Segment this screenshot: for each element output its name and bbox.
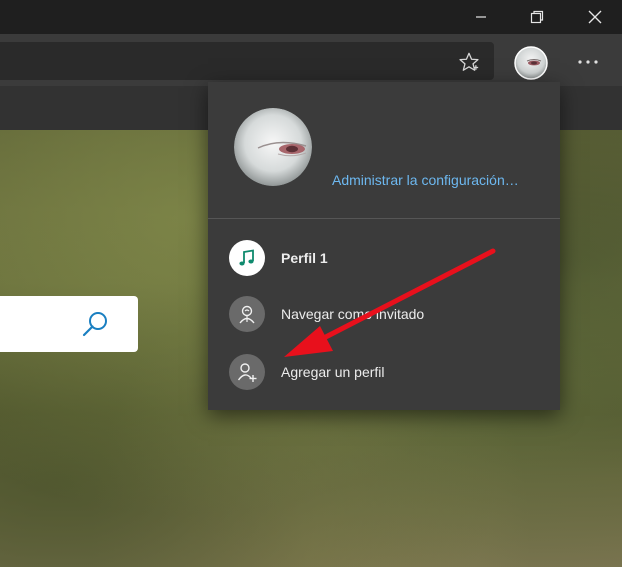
guest-browsing-label: Navegar como invitado bbox=[281, 306, 425, 322]
profile-item-perfil-1[interactable]: Perfil 1 bbox=[208, 234, 560, 282]
close-button[interactable] bbox=[566, 0, 622, 34]
add-profile-label: Agregar un perfil bbox=[281, 364, 385, 380]
profile-item-label: Perfil 1 bbox=[281, 250, 328, 266]
profile-button[interactable] bbox=[512, 44, 550, 82]
add-profile-item[interactable]: Agregar un perfil bbox=[208, 348, 560, 396]
title-bar bbox=[0, 0, 622, 34]
star-icon bbox=[459, 52, 479, 71]
minimize-button[interactable] bbox=[452, 0, 510, 34]
profile-avatar bbox=[514, 46, 548, 80]
music-note-icon bbox=[229, 240, 265, 276]
profile-flyout: Administrar la configuración… Perfil 1 N… bbox=[208, 82, 560, 410]
close-icon bbox=[588, 10, 602, 24]
add-person-icon bbox=[229, 354, 265, 390]
address-bar[interactable] bbox=[0, 42, 494, 80]
restore-button[interactable] bbox=[508, 0, 566, 34]
divider bbox=[208, 218, 560, 219]
restore-icon bbox=[530, 10, 544, 24]
minimize-icon bbox=[476, 16, 486, 18]
guest-icon bbox=[229, 296, 265, 332]
search-box[interactable] bbox=[0, 296, 138, 352]
profile-picture bbox=[234, 108, 312, 186]
favorites-button[interactable] bbox=[455, 48, 483, 76]
manage-settings-link[interactable]: Administrar la configuración… bbox=[332, 172, 519, 188]
guest-browsing-item[interactable]: Navegar como invitado bbox=[208, 290, 560, 338]
more-horizontal-icon bbox=[578, 60, 598, 64]
browser-toolbar bbox=[0, 34, 622, 86]
more-options-button[interactable] bbox=[568, 47, 608, 77]
search-icon[interactable] bbox=[80, 310, 110, 340]
